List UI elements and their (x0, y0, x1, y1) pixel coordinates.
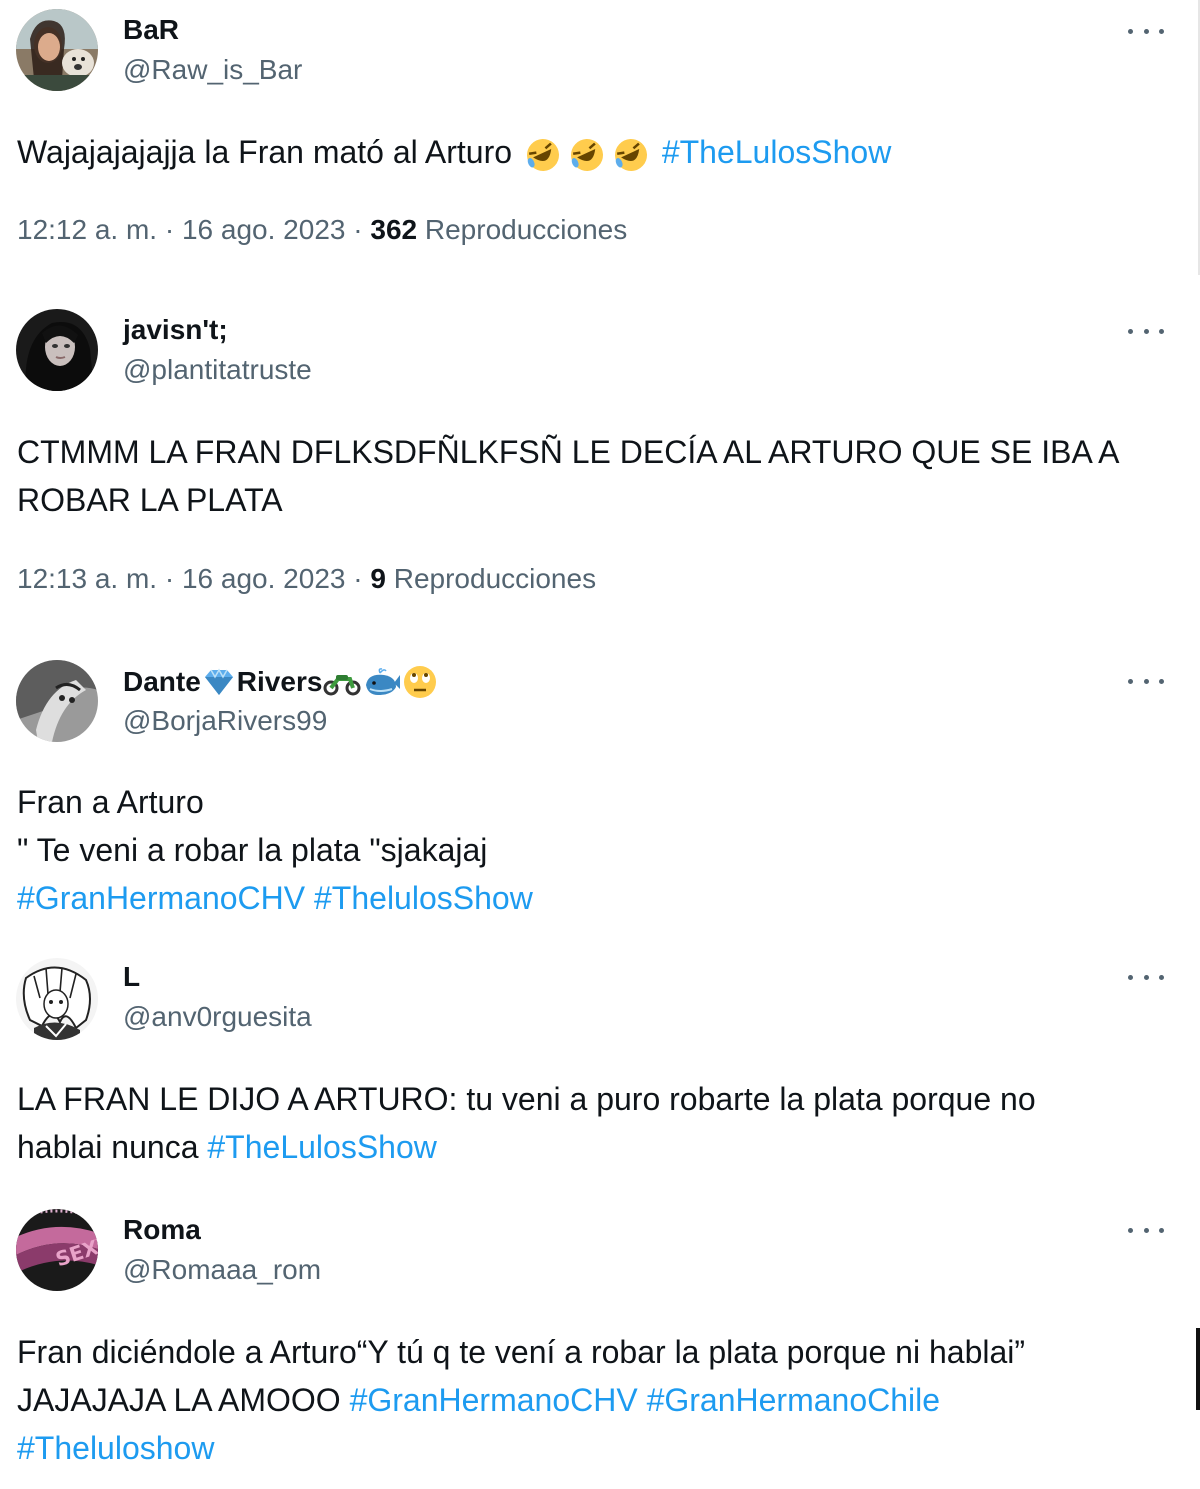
display-name[interactable]: BaR (123, 13, 179, 47)
avatar[interactable]: SEXY (16, 1209, 98, 1291)
view-count: 9 (370, 563, 386, 594)
tweet-text-line: " Te veni a robar la plata "sjakajaj (17, 832, 488, 868)
user-handle[interactable]: @anv0rguesita (123, 1000, 312, 1034)
tweet-text-line: LA FRAN LE DIJO A ARTURO: tu veni a puro… (17, 1081, 1036, 1117)
tweet-text: Fran diciéndole a Arturo“Y tú q te vení … (17, 1328, 1182, 1472)
more-options-icon[interactable] (1128, 675, 1164, 687)
hashtag-link[interactable]: #Theluloshow (17, 1430, 214, 1466)
display-name[interactable]: Dante Rivers (123, 664, 438, 700)
display-name[interactable]: javisn't; (123, 313, 228, 347)
tweet-text-line: JAJAJAJA LA AMOOO (17, 1382, 350, 1418)
laughing-emoji-icon (614, 138, 647, 171)
view-count: 362 (370, 214, 418, 245)
avatar[interactable] (16, 9, 98, 91)
tweet-text-body: Wajajajajajja la Fran mató al Arturo (17, 134, 521, 170)
more-options-icon[interactable] (1128, 971, 1164, 983)
hashtag-link[interactable]: #GranHermanoCHV (17, 880, 305, 916)
tweet-text: CTMMM LA FRAN DFLKSDFÑLKFSÑ LE DECÍA AL … (17, 428, 1182, 524)
hashtag-link[interactable]: #GranHermanoCHV (350, 1382, 638, 1418)
avatar[interactable] (16, 958, 98, 1040)
gem-icon (204, 668, 233, 695)
user-handle[interactable]: @Romaaa_rom (123, 1253, 321, 1287)
hashtag-link[interactable]: #TheLulosShow (207, 1129, 436, 1165)
views-label: Reproducciones (393, 563, 597, 594)
tweet-text-line: Fran diciéndole a Arturo“Y tú q te vení … (17, 1334, 1026, 1370)
laughing-emoji-icon (526, 138, 559, 171)
tweet-text-line: hablai nunca (17, 1129, 208, 1165)
more-options-icon[interactable] (1128, 325, 1164, 337)
tweet-text: Fran a Arturo " Te veni a robar la plata… (17, 778, 1182, 922)
tweet-text-line: Fran a Arturo (17, 784, 204, 820)
whale-icon (366, 668, 401, 695)
more-options-icon[interactable] (1128, 1224, 1164, 1236)
display-name[interactable]: L (123, 960, 140, 994)
tweet-text: LA FRAN LE DIJO A ARTURO: tu veni a puro… (17, 1075, 1182, 1171)
user-handle[interactable]: @BorjaRivers99 (123, 704, 327, 738)
views-label: Reproducciones (424, 214, 628, 245)
tweet-time[interactable]: 12:12 a. m. (17, 214, 157, 245)
more-options-icon[interactable] (1128, 25, 1164, 37)
user-handle[interactable]: @plantitatruste (123, 353, 312, 387)
user-handle[interactable]: @Raw_is_Bar (123, 53, 302, 87)
hashtag-link[interactable]: #ThelulosShow (314, 880, 533, 916)
tweet-time[interactable]: 12:13 a. m. (17, 563, 157, 594)
display-name-part: Dante (123, 666, 201, 697)
display-name-part: Rivers (236, 666, 323, 697)
tweet-meta: 12:13 a. m. · 16 ago. 2023 · 9 Reproducc… (17, 563, 597, 594)
tweet-meta: 12:12 a. m. · 16 ago. 2023 · 362 Reprodu… (17, 214, 628, 245)
motorcycle-icon (323, 675, 361, 696)
scrollbar-thumb[interactable] (1196, 1328, 1200, 1410)
display-name[interactable]: Roma (123, 1213, 201, 1247)
avatar[interactable] (16, 660, 98, 742)
eye-roll-face-icon (404, 666, 437, 698)
tweet-text: Wajajajajajja la Fran mató al Arturo #Th… (17, 128, 1182, 176)
hashtag-link[interactable]: #TheLulosShow (662, 134, 891, 170)
tweet-text-line: ROBAR LA PLATA (17, 482, 283, 518)
tweet-date[interactable]: 16 ago. 2023 (182, 214, 346, 245)
tweet-text-line: CTMMM LA FRAN DFLKSDFÑLKFSÑ LE DECÍA AL … (17, 434, 1120, 470)
laughing-emoji-icon (570, 138, 603, 171)
tweet-date[interactable]: 16 ago. 2023 (182, 563, 346, 594)
avatar[interactable] (16, 309, 98, 391)
hashtag-link[interactable]: #GranHermanoChile (647, 1382, 940, 1418)
